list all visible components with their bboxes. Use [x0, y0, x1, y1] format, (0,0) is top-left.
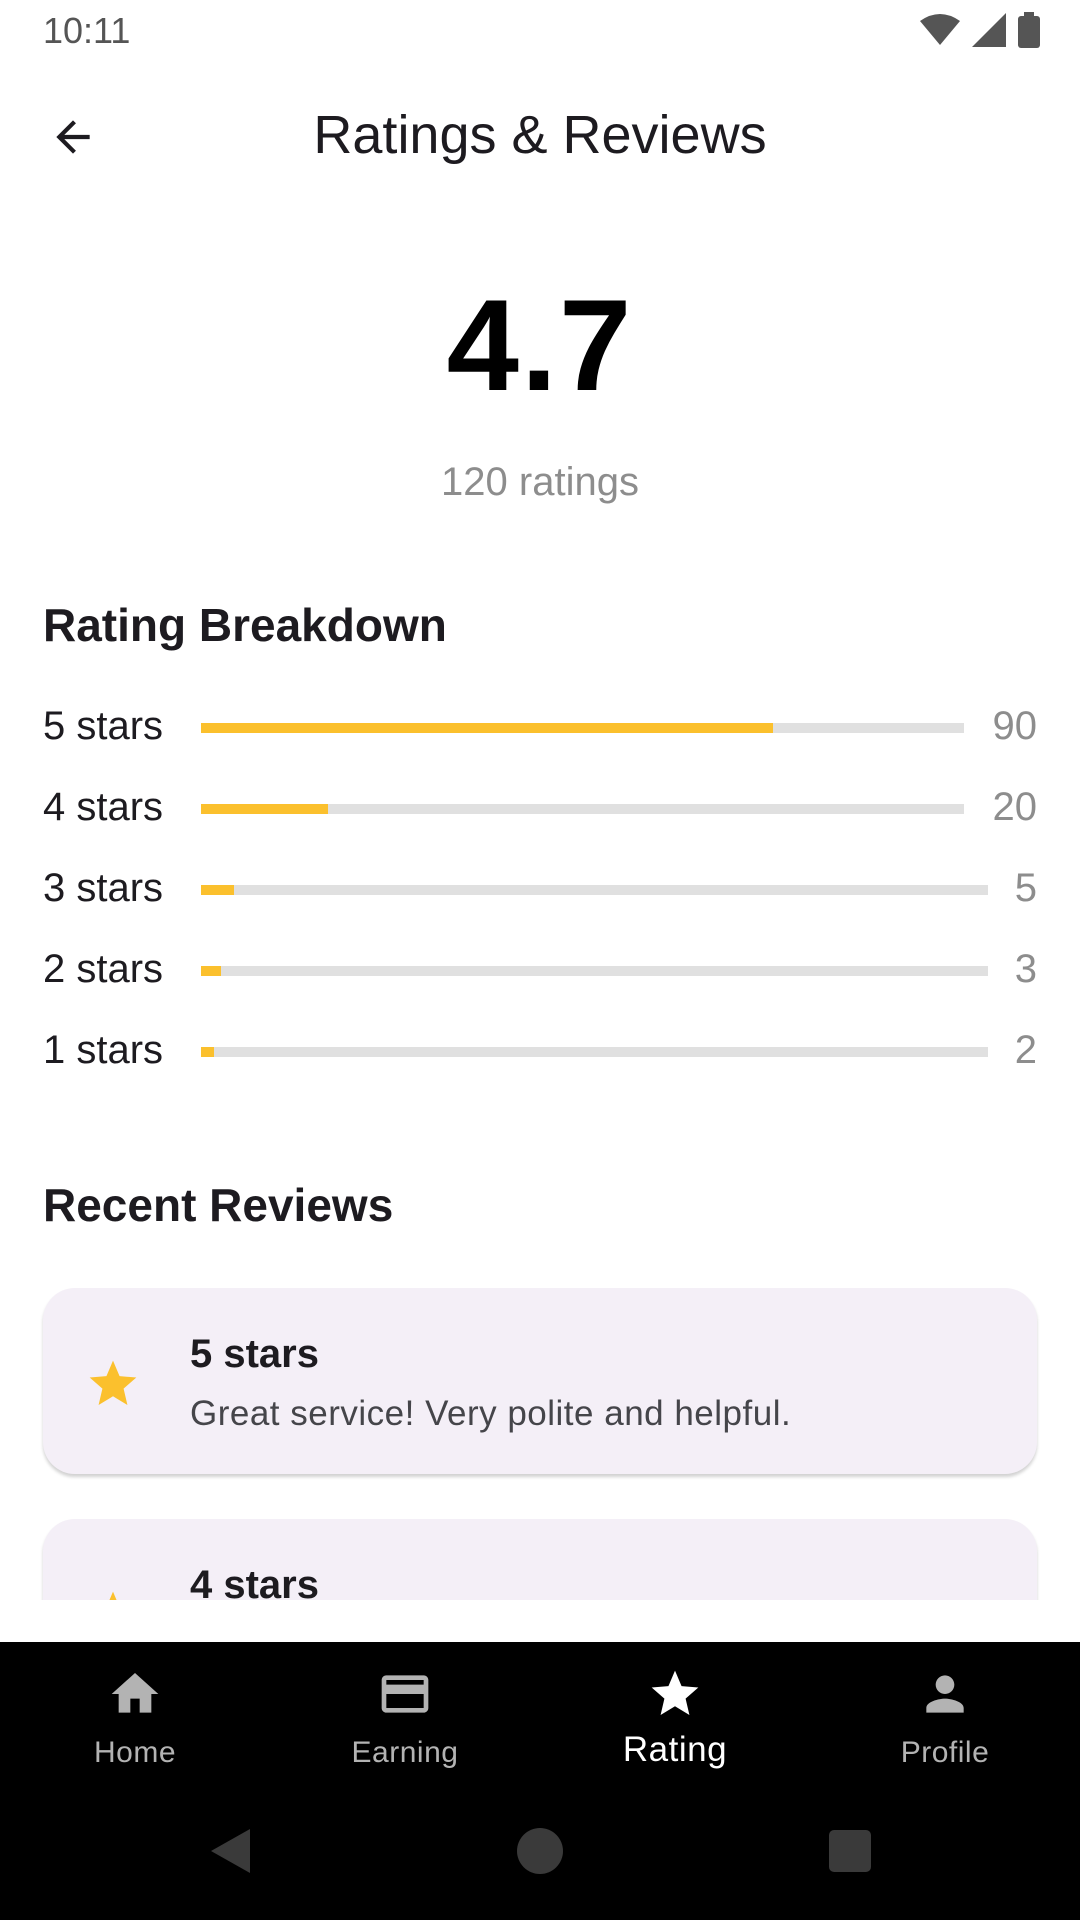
person-icon [926, 1675, 964, 1713]
breakdown-count: 3 [1014, 947, 1037, 991]
breakdown-label: 1 stars [43, 1028, 164, 1072]
review-card[interactable]: 5 stars Great service! Very polite and h… [43, 1288, 1037, 1474]
card-icon [381, 1675, 429, 1713]
nav-item-rating[interactable]: Rating [540, 1642, 810, 1782]
recent-reviews-title: Recent Reviews [43, 1179, 394, 1231]
breakdown-title: Rating Breakdown [43, 599, 447, 651]
nav-item-earning[interactable]: Earning [270, 1642, 540, 1782]
breakdown-row-5: 5 stars 90 [43, 698, 1037, 758]
breakdown-bar-track [201, 1047, 988, 1057]
breakdown-count: 20 [992, 785, 1038, 829]
nav-label: Home [93, 1736, 177, 1769]
nav-label: Profile [900, 1736, 990, 1769]
breakdown-row-2: 2 stars 3 [43, 941, 1037, 1001]
breakdown-label: 4 stars [43, 785, 164, 829]
breakdown-label: 5 stars [43, 704, 164, 748]
breakdown-row-3: 3 stars 5 [43, 860, 1037, 920]
bottom-navigation: Home Earning Rating Profile [0, 1642, 1080, 1782]
nav-item-profile[interactable]: Profile [810, 1642, 1080, 1782]
breakdown-count: 90 [992, 704, 1038, 748]
nav-label: Earning [351, 1736, 459, 1769]
breakdown-bar-fill [201, 723, 774, 733]
breakdown-label: 3 stars [43, 866, 164, 910]
breakdown-bar-track [201, 966, 988, 976]
breakdown-bar-fill [201, 885, 234, 895]
breakdown-bar-track [201, 723, 964, 733]
review-rating: 5 stars [190, 1332, 319, 1376]
review-rating: 4 stars [190, 1563, 319, 1600]
average-rating: 4.7 [446, 272, 634, 418]
system-navigation [0, 1782, 1080, 1920]
wifi-icon [920, 14, 960, 45]
signal-icon [972, 13, 1006, 47]
status-time: 10:11 [43, 10, 131, 51]
star-icon [89, 1360, 137, 1405]
breakdown-bar-fill [201, 804, 329, 814]
page-title: Ratings & Reviews [313, 105, 767, 165]
breakdown-bar-fill [201, 966, 221, 976]
star-icon [651, 1670, 699, 1715]
star-icon [109, 1591, 117, 1600]
content-scroll[interactable]: 4.7 120 ratings Rating Breakdown 5 stars… [0, 210, 1080, 1600]
nav-label: Rating [622, 1730, 728, 1769]
breakdown-count: 2 [1014, 1028, 1037, 1072]
breakdown-row-4: 4 stars 20 [43, 779, 1037, 839]
breakdown-bar-fill [201, 1047, 215, 1057]
breakdown-row-1: 1 stars 2 [43, 1022, 1037, 1082]
ratings-count: 120 ratings [441, 460, 639, 504]
home-circle-icon[interactable] [515, 1826, 565, 1876]
breakdown-bar-track [201, 885, 988, 895]
status-bar: 10:11 [0, 0, 1080, 62]
breakdown-label: 2 stars [43, 947, 164, 991]
nav-item-home[interactable]: Home [0, 1642, 270, 1782]
back-triangle-icon[interactable] [205, 1826, 255, 1876]
breakdown-bar-track [201, 804, 964, 814]
home-icon [111, 1673, 159, 1713]
app-bar: Ratings & Reviews [0, 62, 1080, 210]
recents-square-icon[interactable] [825, 1826, 875, 1876]
review-text: Great service! Very polite and helpful. [190, 1394, 792, 1433]
status-icons [920, 12, 1040, 48]
review-card[interactable]: 4 stars [43, 1519, 1037, 1600]
battery-icon [1018, 12, 1040, 48]
breakdown-count: 5 [1014, 866, 1037, 910]
